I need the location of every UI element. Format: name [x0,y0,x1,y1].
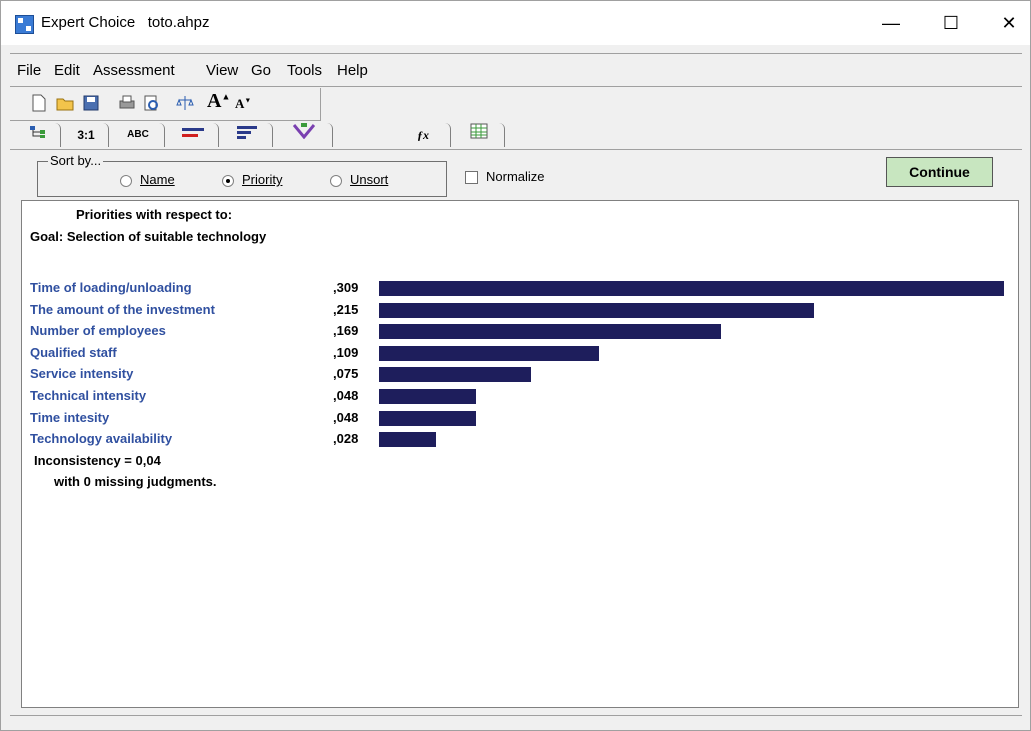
menu-go[interactable]: Go [251,62,271,79]
tab-formula[interactable]: ƒx [396,123,451,147]
category-label[interactable]: Service intensity [30,366,133,381]
tab-hierarchy[interactable] [16,123,61,147]
tab-pairwise-numeric[interactable]: 3:1 [64,123,109,147]
continue-button[interactable]: Continue [886,157,993,187]
new-file-icon[interactable] [30,94,48,112]
mode-tabs: 3:1 ABC ƒx [10,121,1022,149]
grid-icon [470,123,488,139]
sort-priority-radio[interactable]: Priority [222,172,282,187]
inconsistency-text: Inconsistency = 0,04 [34,453,161,468]
chart-row: Time intesity ,048 [22,407,1020,429]
file-name: toto.ahpz [147,14,210,31]
category-label[interactable]: Number of employees [30,323,166,338]
close-button[interactable]: ✕ [989,9,1029,37]
priorities-panel: Priorities with respect to: Goal: Select… [21,200,1019,708]
normalize-checkbox[interactable]: Normalize [465,169,545,185]
chart-row: Number of employees ,169 [22,320,1020,342]
category-label[interactable]: Time of loading/unloading [30,280,192,295]
sort-name-radio[interactable]: Name [120,172,175,187]
value-label: ,048 [333,409,359,425]
sort-unsort-label: Unsort [350,172,389,187]
tab-graphical[interactable] [168,123,219,147]
chart-row: Technology availability ,028 [22,428,1020,450]
sort-bar: Sort by... Name Priority Unsort Normaliz… [10,149,1022,198]
increase-font-icon[interactable]: A▲ [207,90,230,112]
priority-bar [379,410,476,426]
print-icon[interactable] [118,94,136,112]
priority-bar [379,281,1004,296]
menu-edit[interactable]: Edit [54,62,80,79]
menu-help[interactable]: Help [337,62,368,79]
tab-data-grid[interactable] [454,123,505,147]
goal-heading: Goal: Selection of suitable technology [30,229,267,244]
category-label[interactable]: Technology availability [30,431,172,446]
sort-priority-label: Priority [242,172,283,187]
radio-name-dot[interactable] [120,174,132,187]
status-bar [10,715,1022,718]
tab-pairwise-verbal[interactable]: ABC [112,123,165,147]
chart-row: Service intensity ,075 [22,363,1020,385]
value-label: ,028 [333,431,359,447]
decrease-font-icon[interactable]: A▼ [235,96,253,114]
category-label[interactable]: Technical intensity [30,388,146,403]
menu-view[interactable]: View [206,62,238,79]
radio-priority-dot[interactable] [222,174,234,187]
normalize-box[interactable] [465,171,478,185]
graphical-bars-icon [182,128,204,137]
missing-judgments-text: with 0 missing judgments. [54,474,217,489]
priority-bar [379,367,531,383]
app-window: Expert Choice toto.ahpz — ☐ ✕ File Edit … [0,0,1031,731]
priority-bar [379,302,814,318]
value-label: ,075 [333,366,359,382]
priority-bar [379,345,599,361]
category-label[interactable]: Time intesity [30,410,109,425]
window-title: Expert Choice toto.ahpz [41,14,209,31]
priorities-bars-icon [237,126,257,139]
sort-name-label: Name [140,172,175,187]
value-label: ,309 [333,280,359,295]
synthesis-icon [292,123,316,140]
chart-row: Qualified staff ,109 [22,342,1020,364]
app-icon [15,15,34,34]
normalize-label: Normalize [486,169,545,184]
sort-unsort-radio[interactable]: Unsort [330,172,388,187]
minimize-button[interactable]: — [871,9,911,37]
sort-by-legend: Sort by... [48,153,104,168]
chart-row: Time of loading/unloading ,309 [22,277,1020,299]
menu-assessment[interactable]: Assessment [93,62,175,79]
toolbar: A▲ A▼ [10,88,321,121]
chart-row: The amount of the investment ,215 [22,299,1020,321]
save-icon[interactable] [82,94,100,112]
radio-unsort-dot[interactable] [330,174,342,187]
title-bar: Expert Choice toto.ahpz — ☐ ✕ [1,1,1030,45]
priority-bar [379,324,721,340]
print-preview-icon[interactable] [142,94,160,112]
app-name: Expert Choice [41,14,136,31]
priority-bar [379,432,436,448]
value-label: ,215 [333,301,359,317]
chart-row: Technical intensity ,048 [22,385,1020,407]
balance-icon[interactable] [176,94,194,112]
priorities-heading: Priorities with respect to: [76,207,233,222]
maximize-button[interactable]: ☐ [931,9,971,37]
formula-fx-icon: ƒx [417,128,429,142]
open-folder-icon[interactable] [56,94,74,112]
tab-synthesis[interactable] [276,123,333,147]
category-label[interactable]: The amount of the investment [30,302,215,317]
tree-icon [30,126,45,138]
menu-bar: File Edit Assessment View Go Tools Help [10,53,1022,87]
category-label[interactable]: Qualified staff [30,345,117,360]
menu-tools[interactable]: Tools [287,62,322,79]
priority-bar [379,389,476,404]
menu-file[interactable]: File [17,62,41,79]
value-label: ,109 [333,344,359,360]
value-label: ,048 [333,388,359,403]
tab-priorities[interactable] [222,123,273,147]
value-label: ,169 [333,323,359,339]
